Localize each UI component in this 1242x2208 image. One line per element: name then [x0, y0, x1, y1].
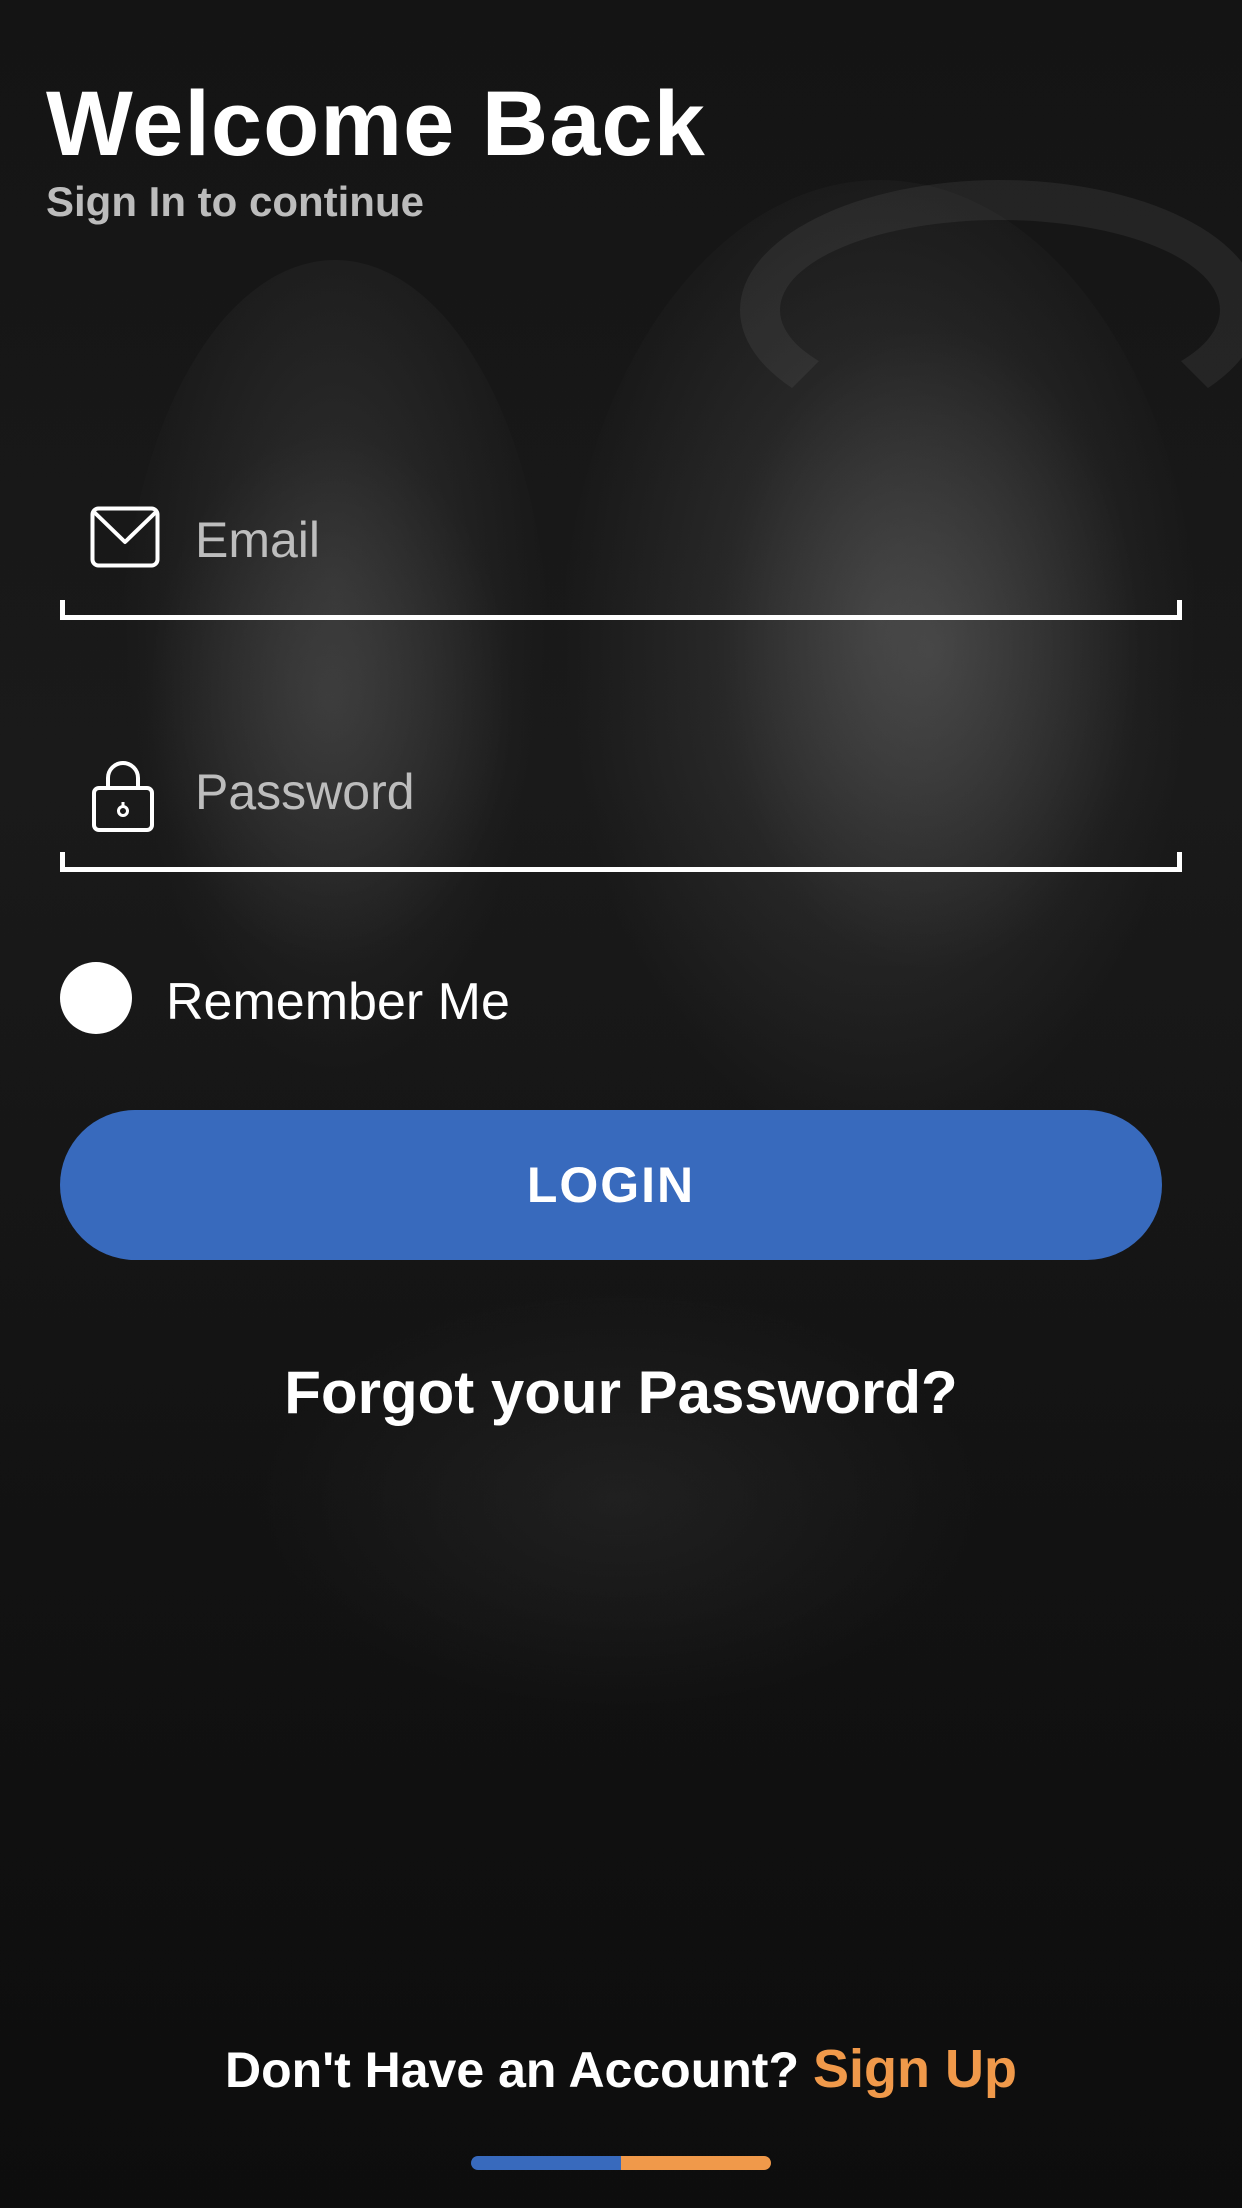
background-figure-left [120, 260, 550, 1080]
email-underline [60, 600, 1182, 620]
page-indicator-segment-active [471, 2156, 621, 2170]
password-field[interactable] [60, 752, 1182, 872]
signup-link[interactable]: Sign Up [813, 2039, 1017, 2099]
lock-icon [90, 758, 160, 832]
email-input[interactable] [195, 500, 1155, 580]
page-subtitle: Sign In to continue [46, 178, 424, 225]
email-field[interactable] [60, 500, 1182, 620]
password-underline [60, 852, 1182, 872]
mail-icon [90, 506, 160, 576]
login-button[interactable]: LOGIN [60, 1110, 1162, 1260]
background-figure-right [560, 180, 1200, 1160]
page-indicator-segment-secondary [621, 2156, 771, 2170]
remember-me-toggle[interactable]: Remember Me [60, 962, 620, 1036]
forgot-password-link[interactable]: Forgot your Password? [0, 1358, 1242, 1427]
page-indicator [471, 2156, 771, 2170]
signup-prompt: Don't Have an Account? Sign Up [0, 2038, 1242, 2100]
password-input[interactable] [195, 752, 1155, 832]
background-hat-shape [740, 180, 1242, 440]
remember-me-label: Remember Me [166, 973, 510, 1031]
remember-me-radio[interactable] [60, 962, 132, 1034]
page-title: Welcome Back [46, 73, 706, 175]
signup-question: Don't Have an Account? [225, 2042, 799, 2098]
background-photo [0, 0, 1242, 2208]
